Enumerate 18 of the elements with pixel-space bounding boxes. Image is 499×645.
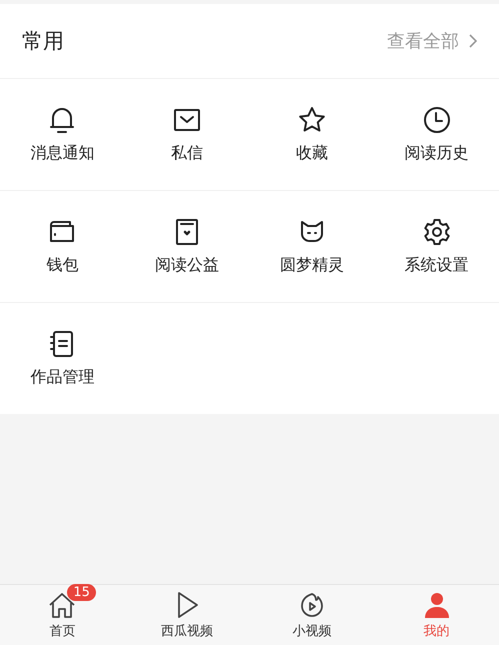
gear-icon: [422, 217, 452, 247]
shortcut-item[interactable]: 系统设置: [374, 191, 499, 302]
shortcut-item[interactable]: 私信: [124, 79, 250, 190]
shortcut-item[interactable]: 圆梦精灵: [250, 191, 374, 302]
shortcut-item[interactable]: 收藏: [250, 79, 374, 190]
shortcut-item[interactable]: 阅读公益: [124, 191, 250, 302]
tab[interactable]: 西瓜视频: [124, 585, 250, 645]
tab[interactable]: 小视频: [250, 585, 374, 645]
clock-icon: [422, 105, 452, 135]
section-title: 常用: [22, 28, 64, 55]
shortcut-item[interactable]: 阅读历史: [374, 79, 499, 190]
shortcut-item[interactable]: 钱包: [0, 191, 125, 302]
tab[interactable]: 15 首页: [0, 585, 125, 645]
shortcut-item[interactable]: 作品管理: [0, 303, 125, 414]
tab[interactable]: 我的: [374, 585, 499, 645]
chevron-right-icon: [468, 34, 477, 48]
shortcut-item[interactable]: 消息通知: [0, 79, 125, 190]
notification-badge: 15: [67, 584, 96, 601]
